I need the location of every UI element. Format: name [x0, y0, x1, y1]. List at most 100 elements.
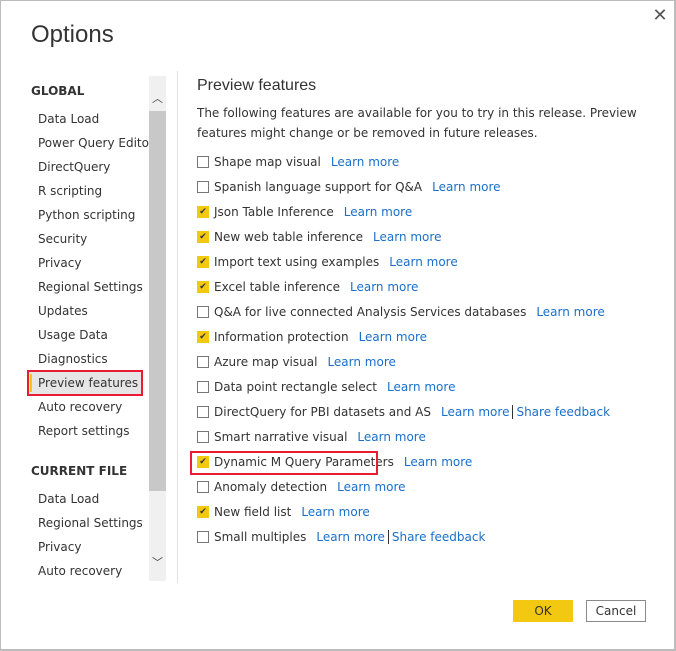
- chevron-up-icon[interactable]: ︿: [149, 90, 166, 106]
- sidebar-scrollbar[interactable]: ︿ ﹀: [149, 76, 166, 581]
- sidebar-item-python-scripting[interactable]: Python scripting: [28, 203, 142, 227]
- feature-label[interactable]: Small multiples: [214, 527, 306, 547]
- feature-label[interactable]: Data point rectangle select: [214, 377, 377, 397]
- checkbox[interactable]: [197, 306, 209, 318]
- feature-row: Spanish language support for Q&A Learn mo…: [197, 177, 501, 197]
- sidebar-item-data-load[interactable]: Data Load: [28, 107, 142, 131]
- feature-row: Azure map visual Learn more: [197, 352, 396, 372]
- learn-more-link[interactable]: Learn more: [389, 252, 457, 272]
- feature-label[interactable]: Q&A for live connected Analysis Services…: [214, 302, 526, 322]
- checkmark-icon: ✔: [199, 282, 207, 292]
- checkmark-icon: ✔: [199, 232, 207, 242]
- feature-label[interactable]: New field list: [214, 502, 291, 522]
- learn-more-link[interactable]: Learn more: [373, 227, 441, 247]
- checkbox[interactable]: [197, 406, 209, 418]
- checkbox[interactable]: [197, 481, 209, 493]
- checkbox[interactable]: [197, 156, 209, 168]
- learn-more-link[interactable]: Learn more: [337, 477, 405, 497]
- dialog-title: Options: [31, 21, 114, 48]
- feature-row: ✔ Information protection Learn more: [197, 327, 427, 347]
- feature-row: DirectQuery for PBI datasets and AS Learn…: [197, 402, 610, 422]
- checkbox[interactable]: ✔: [197, 231, 209, 243]
- highlight-box: [190, 451, 378, 475]
- checkbox[interactable]: [197, 181, 209, 193]
- link-separator: [512, 405, 514, 419]
- feature-label[interactable]: Excel table inference: [214, 277, 340, 297]
- sidebar-item-security[interactable]: Security: [28, 227, 142, 251]
- feature-row: ✔ New web table inference Learn more: [197, 227, 441, 247]
- learn-more-link[interactable]: Learn more: [327, 352, 395, 372]
- learn-more-link[interactable]: Learn more: [301, 502, 369, 522]
- learn-more-link[interactable]: Learn more: [350, 277, 418, 297]
- sidebar-item-privacy[interactable]: Privacy: [28, 535, 142, 559]
- checkbox[interactable]: ✔: [197, 506, 209, 518]
- checkbox[interactable]: [197, 531, 209, 543]
- feature-label[interactable]: Json Table Inference: [214, 202, 334, 222]
- sidebar-item-privacy[interactable]: Privacy: [28, 251, 142, 275]
- checkbox[interactable]: ✔: [197, 256, 209, 268]
- sidebar-item-diagnostics[interactable]: Diagnostics: [28, 347, 142, 371]
- page-title: Preview features: [197, 77, 317, 94]
- description: The following features are available for…: [197, 106, 637, 140]
- sidebar-item-regional-settings[interactable]: Regional Settings: [28, 511, 143, 535]
- feature-label[interactable]: Azure map visual: [214, 352, 317, 372]
- feature-row: Q&A for live connected Analysis Services…: [197, 302, 605, 322]
- learn-more-link[interactable]: Learn more: [357, 427, 425, 447]
- share-feedback-link[interactable]: Share feedback: [392, 527, 486, 547]
- learn-more-link[interactable]: Learn more: [432, 177, 500, 197]
- checkbox[interactable]: [197, 431, 209, 443]
- feature-row: Small multiples Learn more Share feedback: [197, 527, 485, 547]
- sidebar-item-auto-recovery[interactable]: Auto recovery: [28, 559, 142, 583]
- feature-row: Anomaly detection Learn more: [197, 477, 406, 497]
- feature-row: ✔ Excel table inference Learn more: [197, 277, 418, 297]
- sidebar-item-preview-features[interactable]: Preview features: [27, 370, 143, 396]
- chevron-down-icon[interactable]: ﹀: [149, 554, 166, 570]
- learn-more-link[interactable]: Learn more: [344, 202, 412, 222]
- sidebar-item-usage-data[interactable]: Usage Data: [28, 323, 142, 347]
- current-file-section-label: CURRENT FILE: [31, 464, 128, 478]
- learn-more-link[interactable]: Learn more: [536, 302, 604, 322]
- feature-label[interactable]: Spanish language support for Q&A: [214, 177, 422, 197]
- learn-more-link[interactable]: Learn more: [359, 327, 427, 347]
- feature-row: Smart narrative visual Learn more: [197, 427, 426, 447]
- checkbox[interactable]: [197, 356, 209, 368]
- ok-button[interactable]: OK: [513, 600, 573, 622]
- scrollbar-thumb[interactable]: [149, 111, 166, 491]
- feature-label[interactable]: Smart narrative visual: [214, 427, 347, 447]
- learn-more-link[interactable]: Learn more: [387, 377, 455, 397]
- learn-more-link[interactable]: Learn more: [441, 402, 509, 422]
- checkbox[interactable]: ✔: [197, 331, 209, 343]
- checkmark-icon: ✔: [199, 332, 207, 342]
- feature-label[interactable]: Import text using examples: [214, 252, 379, 272]
- share-feedback-link[interactable]: Share feedback: [516, 402, 610, 422]
- global-section-label: GLOBAL: [31, 84, 85, 98]
- feature-row: Data point rectangle select Learn more: [197, 377, 455, 397]
- feature-label[interactable]: Shape map visual: [214, 152, 321, 172]
- sidebar-item-report-settings[interactable]: Report settings: [28, 419, 142, 443]
- feature-row: ✔ New field list Learn more: [197, 502, 370, 522]
- checkbox[interactable]: ✔: [197, 281, 209, 293]
- checkbox[interactable]: ✔: [197, 206, 209, 218]
- feature-row: Shape map visual Learn more: [197, 152, 399, 172]
- close-icon[interactable]: ✕: [651, 5, 669, 26]
- sidebar-item-directquery[interactable]: DirectQuery: [28, 155, 142, 179]
- divider: [177, 71, 178, 583]
- learn-more-link[interactable]: Learn more: [331, 152, 399, 172]
- sidebar-item-regional-settings[interactable]: Regional Settings: [28, 275, 143, 299]
- options-dialog: ✕ Options GLOBAL Data Load Power Query Ed…: [0, 0, 676, 651]
- sidebar-item-power-query-editor[interactable]: Power Query Editor: [28, 131, 154, 155]
- learn-more-link[interactable]: Learn more: [316, 527, 384, 547]
- feature-label[interactable]: New web table inference: [214, 227, 363, 247]
- checkmark-icon: ✔: [199, 507, 207, 517]
- cancel-button[interactable]: Cancel: [586, 600, 646, 622]
- feature-label[interactable]: Anomaly detection: [214, 477, 327, 497]
- feature-row: ✔ Json Table Inference Learn more: [197, 202, 412, 222]
- learn-more-link[interactable]: Learn more: [404, 452, 472, 472]
- sidebar-item-auto-recovery[interactable]: Auto recovery: [28, 395, 142, 419]
- sidebar-item-data-load[interactable]: Data Load: [28, 487, 142, 511]
- checkbox[interactable]: [197, 381, 209, 393]
- sidebar-item-r-scripting[interactable]: R scripting: [28, 179, 142, 203]
- feature-label[interactable]: DirectQuery for PBI datasets and AS: [214, 402, 431, 422]
- feature-label[interactable]: Information protection: [214, 327, 349, 347]
- sidebar-item-updates[interactable]: Updates: [28, 299, 142, 323]
